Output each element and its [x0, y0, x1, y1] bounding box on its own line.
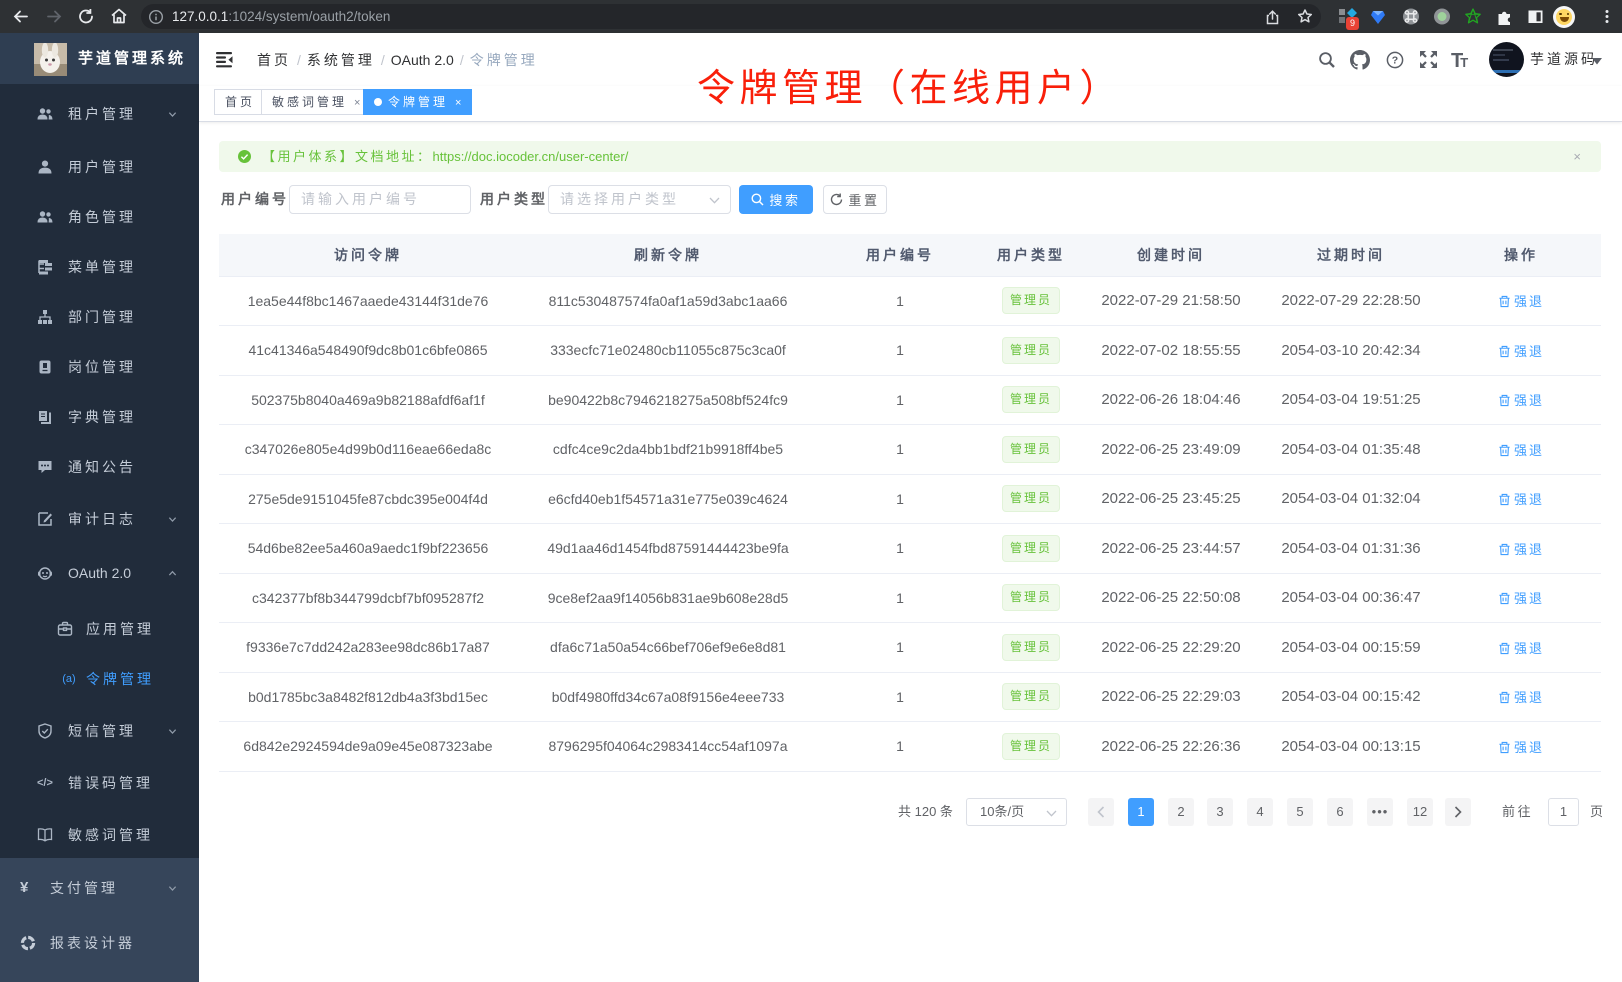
svg-text:?: ? — [1392, 55, 1398, 67]
